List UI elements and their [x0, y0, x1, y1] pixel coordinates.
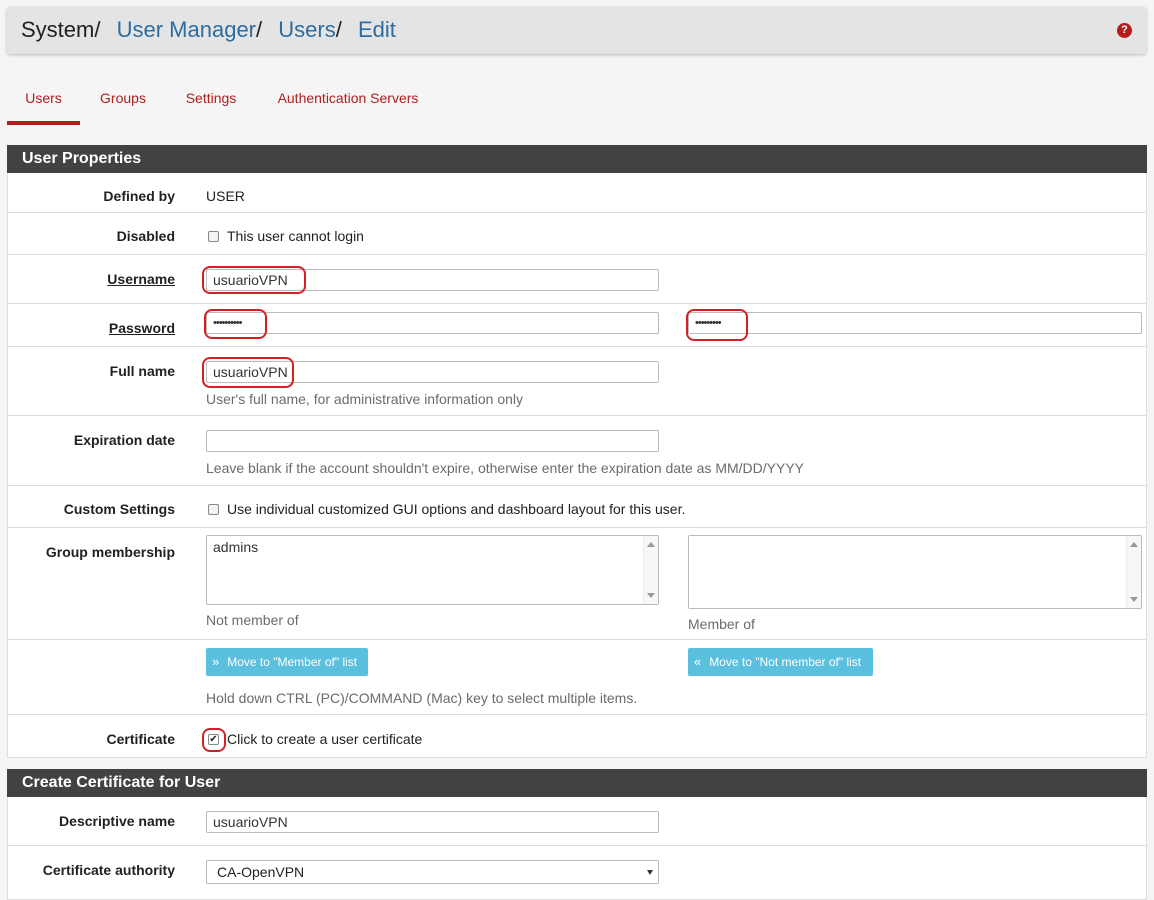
- row-certificate: Certificate ✔ Click to create a user cer…: [7, 715, 1147, 758]
- row-certificate-authority: Certificate authority CA-OpenVPN: [7, 846, 1147, 900]
- move-to-member-label: Move to "Member of" list: [227, 655, 358, 669]
- question-circle-icon[interactable]: ?: [1117, 23, 1132, 38]
- username-label: Username: [107, 271, 175, 287]
- expiration-date-input[interactable]: [206, 430, 659, 452]
- breadcrumb-users[interactable]: Users: [278, 17, 335, 42]
- breadcrumb-separator: /: [94, 17, 101, 42]
- breadcrumb-separator: /: [335, 17, 342, 42]
- expiration-date-label: Expiration date: [73, 432, 175, 448]
- breadcrumb-separator: /: [256, 17, 263, 42]
- row-username: Username usuarioVPN: [7, 255, 1147, 304]
- dropdown-caret-icon: [647, 870, 653, 875]
- scrollbar[interactable]: [1126, 536, 1141, 608]
- scroll-down-arrow-icon[interactable]: [647, 593, 655, 598]
- certificate-label: Certificate: [106, 731, 175, 747]
- row-group-membership: Group membership admins Not member of Me…: [7, 528, 1147, 640]
- highlight-annotation: [202, 357, 294, 388]
- multi-select-hint: Hold down CTRL (PC)/COMMAND (Mac) key to…: [206, 690, 638, 706]
- move-to-not-member-button[interactable]: « Move to "Not member of" list: [688, 648, 873, 676]
- member-of-caption: Member of: [688, 616, 755, 632]
- highlight-annotation: [204, 309, 267, 339]
- row-defined-by: Defined by USER: [7, 173, 1147, 213]
- row-descriptive-name: Descriptive name usuarioVPN: [7, 797, 1147, 846]
- list-item[interactable]: admins: [213, 539, 258, 555]
- scroll-up-arrow-icon[interactable]: [1130, 542, 1138, 547]
- scroll-up-arrow-icon[interactable]: [647, 542, 655, 547]
- row-full-name: Full name usuarioVPN User's full name, f…: [7, 347, 1147, 416]
- row-password: Password •••••••••• •••••••••: [7, 304, 1147, 347]
- tab-settings[interactable]: Settings: [180, 80, 242, 121]
- row-custom-settings: Custom Settings Use individual customize…: [7, 486, 1147, 528]
- move-to-member-button[interactable]: » Move to "Member of" list: [206, 648, 368, 676]
- disabled-checkbox[interactable]: [208, 231, 219, 242]
- certificate-authority-select[interactable]: CA-OpenVPN: [206, 860, 659, 884]
- tab-authentication-servers[interactable]: Authentication Servers: [272, 80, 424, 121]
- user-properties-header: User Properties: [7, 145, 1147, 173]
- breadcrumb: System/ User Manager/ Users/ Edit: [21, 17, 396, 43]
- custom-settings-checkbox[interactable]: [208, 504, 219, 515]
- password-label: Password: [108, 320, 175, 336]
- custom-settings-checkbox-label: Use individual customized GUI options an…: [227, 501, 686, 517]
- custom-settings-label: Custom Settings: [63, 501, 175, 517]
- not-member-of-caption: Not member of: [206, 612, 299, 628]
- descriptive-name-label: Descriptive name: [59, 813, 175, 829]
- tab-groups[interactable]: Groups: [95, 80, 151, 121]
- highlight-annotation: [686, 309, 748, 341]
- disabled-label: Disabled: [116, 228, 175, 244]
- disabled-checkbox-label: This user cannot login: [227, 228, 364, 244]
- breadcrumb-system: System: [21, 17, 95, 42]
- group-membership-label: Group membership: [45, 544, 175, 560]
- highlight-annotation: [202, 266, 306, 294]
- double-chevron-left-icon: «: [694, 654, 702, 669]
- full-name-label: Full name: [109, 363, 175, 379]
- certificate-authority-value: CA-OpenVPN: [217, 864, 305, 880]
- tab-users[interactable]: Users: [7, 80, 80, 125]
- defined-by-value: USER: [206, 188, 245, 204]
- row-move-buttons: » Move to "Member of" list « Move to "Not …: [7, 640, 1147, 715]
- full-name-hint: User's full name, for administrative inf…: [206, 391, 524, 407]
- row-expiration-date: Expiration date Leave blank if the accou…: [7, 416, 1147, 486]
- password-input[interactable]: ••••••••••: [206, 312, 659, 334]
- member-of-listbox[interactable]: [688, 535, 1142, 609]
- create-certificate-header: Create Certificate for User: [7, 769, 1147, 797]
- scroll-down-arrow-icon[interactable]: [1130, 597, 1138, 602]
- highlight-annotation: [202, 728, 226, 752]
- page-header: System/ User Manager/ Users/ Edit ?: [7, 7, 1146, 54]
- scrollbar[interactable]: [643, 536, 658, 604]
- breadcrumb-user-manager[interactable]: User Manager: [117, 17, 256, 42]
- certificate-authority-label: Certificate authority: [42, 862, 175, 878]
- password-confirm-input[interactable]: •••••••••: [688, 312, 1142, 334]
- row-disabled: Disabled This user cannot login: [7, 213, 1147, 255]
- certificate-checkbox-label: Click to create a user certificate: [227, 731, 423, 747]
- expiration-date-hint: Leave blank if the account shouldn't exp…: [206, 460, 805, 476]
- breadcrumb-edit[interactable]: Edit: [358, 17, 396, 42]
- descriptive-name-input[interactable]: usuarioVPN: [206, 811, 659, 833]
- move-to-not-member-label: Move to "Not member of" list: [709, 655, 862, 669]
- defined-by-label: Defined by: [103, 188, 175, 204]
- double-chevron-right-icon: »: [212, 654, 220, 669]
- not-member-of-listbox[interactable]: admins: [206, 535, 659, 605]
